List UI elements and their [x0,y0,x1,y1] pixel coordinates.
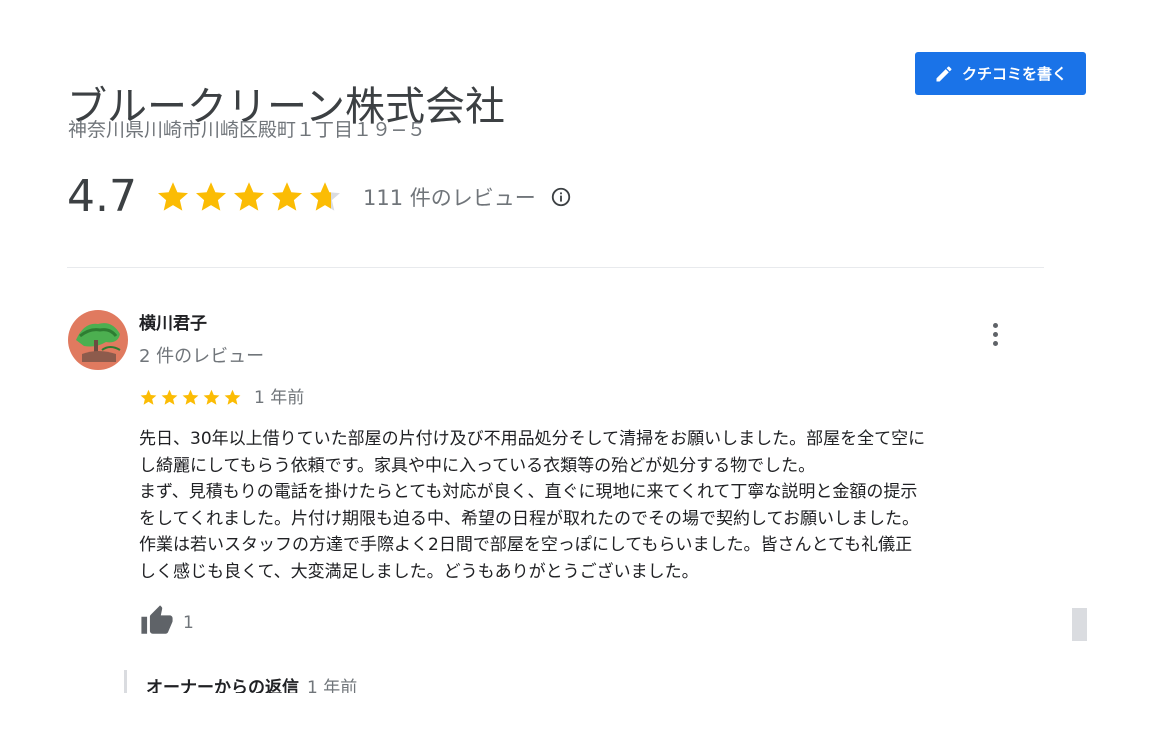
star-icon [309,182,340,211]
star-icon [233,182,264,211]
more-options-icon[interactable] [982,320,1008,348]
review-text-line: しく感じも良くて、大変満足しました。どうもありがとうございました。 [139,561,699,582]
star-icon [161,389,178,405]
scrollbar-thumb[interactable] [1072,608,1087,641]
avatar-image [68,310,128,370]
owner-reply-label: オーナーからの返信 [146,678,299,693]
review-text-line: をしてくれました。片付け期限も迫る中、希望の日程が取れたのでその場で契約してお願… [139,508,919,529]
review-stars [139,388,242,407]
info-icon[interactable] [550,186,572,208]
star-icon [203,389,220,405]
business-address: 神奈川県川崎市川崎区殿町１丁目１９−５ [68,119,426,141]
write-review-label: クチコミを書く [961,65,1067,83]
review-text-line: まず、見積もりの電話を掛けたらとても対応が良く、直ぐに現地に来てくれて丁寧な説明… [139,482,918,502]
review-text-line: し綺麗にしてもらう依頼です。家具や中に入っている衣類等の殆どが処分する物でした。 [139,455,816,476]
rating-stars [155,179,343,215]
like-count: 1 [183,613,194,633]
star-icon [157,182,188,211]
owner-reply-header: オーナーからの返信 1 年前 [146,674,357,693]
star-icon [271,182,302,211]
review-text-line: 先日、30年以上借りていた部屋の片付け及び不用品処分そして清掃をお願いしました。… [139,429,926,449]
reviewer-name[interactable]: 横川君子 [139,313,207,335]
review-count[interactable]: 111 件のレビュー [363,182,536,212]
review-text: 先日、30年以上借りていた部屋の片付け及び不用品処分そして清掃をお願いしました。… [139,426,1054,585]
avatar[interactable] [68,310,128,370]
review-date: 1 年前 [254,388,305,408]
review-text-line: 作業は若いスタッフの方達で手際よく2日間で部屋を空っぽにしてもらいました。皆さん… [139,535,913,555]
review-page: ブルークリーン株式会社 神奈川県川崎市川崎区殿町１丁目１９−５ クチコミを書く … [0,0,1156,746]
write-review-button[interactable]: クチコミを書く [915,52,1086,95]
star-icon [140,389,157,405]
rating-value: 4.7 [67,171,137,222]
divider [67,267,1044,268]
star-icon [182,389,199,405]
star-icon [195,182,226,211]
pencil-icon [936,65,952,81]
reviewer-review-count: 2 件のレビュー [139,346,265,367]
owner-reply-bar [124,670,127,693]
star-icon [224,389,241,405]
thumbs-up-icon[interactable] [139,604,175,638]
rating-summary: 4.7 111 件のレビュー [67,170,572,224]
owner-reply-date: 1 年前 [307,678,358,693]
